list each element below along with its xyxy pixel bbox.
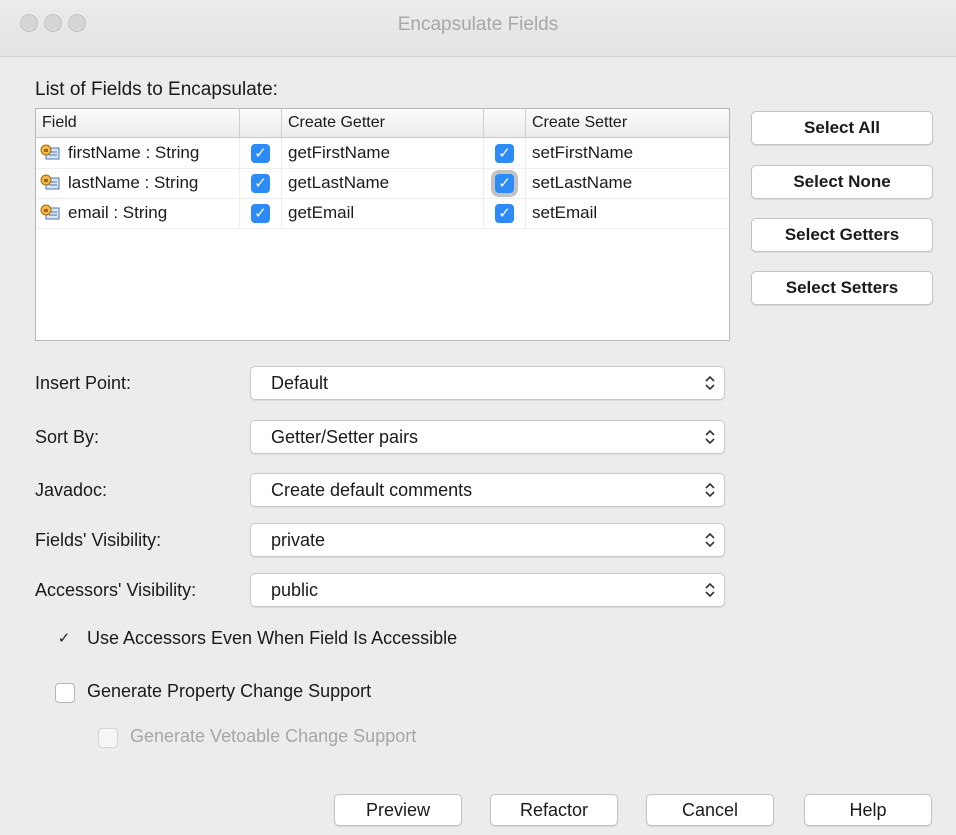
setter-name[interactable]: setLastName <box>526 168 729 198</box>
setter-checkbox-cell[interactable]: ✓ <box>484 168 526 198</box>
column-header-setter-check[interactable] <box>484 109 526 137</box>
vetoable-change-label: Generate Vetoable Change Support <box>130 726 417 746</box>
checkmark-icon: ✓ <box>498 145 511 162</box>
field-name: firstName : String <box>68 143 200 162</box>
field-name: lastName : String <box>68 173 199 192</box>
fields-list-label: List of Fields to Encapsulate: <box>35 79 278 100</box>
accessors-visibility-value: public <box>271 580 319 600</box>
setter-checkbox[interactable]: ✓ <box>495 204 514 223</box>
field-name: email : String <box>68 203 168 222</box>
insert-point-select[interactable]: Default <box>250 366 725 400</box>
field-cell: email : String <box>36 198 240 228</box>
setter-name[interactable]: setFirstName <box>526 138 729 168</box>
getter-checkbox[interactable]: ✓ <box>251 204 270 223</box>
table-row[interactable]: firstName : String ✓ getFirstName ✓ setF… <box>36 138 729 169</box>
insert-point-value: Default <box>271 373 329 393</box>
select-none-button[interactable]: Select None <box>751 165 933 199</box>
getter-checkbox-cell[interactable]: ✓ <box>240 198 282 228</box>
column-header-field[interactable]: Field <box>36 109 240 137</box>
setter-checkbox-cell[interactable]: ✓ <box>484 198 526 228</box>
checkmark-icon: ✓ <box>57 630 71 647</box>
setter-checkbox[interactable]: ✓ <box>495 144 514 163</box>
updown-chevron-icon <box>705 429 715 445</box>
updown-chevron-icon <box>705 482 715 498</box>
javadoc-select[interactable]: Create default comments <box>250 473 725 507</box>
getter-checkbox[interactable]: ✓ <box>251 174 270 193</box>
updown-chevron-icon <box>705 582 715 598</box>
field-cell: firstName : String <box>36 138 240 168</box>
sort-by-label: Sort By: <box>35 427 100 447</box>
vetoable-change-checkbox <box>98 728 118 748</box>
accessors-visibility-select[interactable]: public <box>250 573 725 607</box>
property-change-checkbox[interactable] <box>55 683 75 703</box>
getter-checkbox[interactable]: ✓ <box>251 144 270 163</box>
getter-name[interactable]: getLastName <box>282 168 484 198</box>
checkmark-icon: ✓ <box>254 145 267 162</box>
preview-button[interactable]: Preview <box>334 794 462 826</box>
setter-checkbox-cell[interactable]: ✓ <box>484 138 526 168</box>
setter-checkbox[interactable]: ✓ <box>495 174 514 193</box>
fields-visibility-label: Fields' Visibility: <box>35 530 162 550</box>
javadoc-label: Javadoc: <box>35 480 108 500</box>
updown-chevron-icon <box>705 375 715 391</box>
getter-checkbox-cell[interactable]: ✓ <box>240 138 282 168</box>
field-cell: lastName : String <box>36 168 240 198</box>
select-setters-button[interactable]: Select Setters <box>751 271 933 305</box>
field-icon <box>40 144 60 160</box>
setter-name[interactable]: setEmail <box>526 198 729 228</box>
table-row[interactable]: email : String ✓ getEmail ✓ setEmail <box>36 198 729 229</box>
fields-visibility-value: private <box>271 530 326 550</box>
use-accessors-checkbox[interactable]: ✓ <box>55 630 73 648</box>
window-title: Encapsulate Fields <box>397 14 559 35</box>
sort-by-value: Getter/Setter pairs <box>271 427 419 447</box>
select-getters-button[interactable]: Select Getters <box>751 218 933 252</box>
sort-by-select[interactable]: Getter/Setter pairs <box>250 420 725 454</box>
checkmark-icon: ✓ <box>254 175 267 192</box>
column-header-create-setter[interactable]: Create Setter <box>526 109 729 137</box>
updown-chevron-icon <box>705 532 715 548</box>
insert-point-label: Insert Point: <box>35 373 132 393</box>
getter-checkbox-cell[interactable]: ✓ <box>240 168 282 198</box>
getter-name[interactable]: getEmail <box>282 198 484 228</box>
column-header-create-getter[interactable]: Create Getter <box>282 109 484 137</box>
checkmark-icon: ✓ <box>498 175 511 192</box>
use-accessors-label[interactable]: Use Accessors Even When Field Is Accessi… <box>87 628 457 649</box>
select-all-button[interactable]: Select All <box>751 111 933 145</box>
accessors-visibility-label: Accessors' Visibility: <box>35 580 197 600</box>
property-change-label[interactable]: Generate Property Change Support <box>87 681 371 702</box>
checkmark-icon: ✓ <box>498 205 511 222</box>
field-icon <box>40 204 60 220</box>
cancel-button[interactable]: Cancel <box>646 794 774 826</box>
javadoc-value: Create default comments <box>271 480 473 500</box>
title-bar: Encapsulate Fields <box>0 0 956 57</box>
table-row[interactable]: lastName : String ✓ getLastName ✓ setLas… <box>36 168 729 199</box>
field-icon <box>40 174 60 190</box>
fields-visibility-select[interactable]: private <box>250 523 725 557</box>
checkmark-icon: ✓ <box>254 205 267 222</box>
table-header: Field Create Getter Create Setter <box>36 109 729 138</box>
getter-name[interactable]: getFirstName <box>282 138 484 168</box>
refactor-button[interactable]: Refactor <box>490 794 618 826</box>
fields-table: Field Create Getter Create Setter firstN… <box>35 108 730 341</box>
column-header-getter-check[interactable] <box>240 109 282 137</box>
help-button[interactable]: Help <box>804 794 932 826</box>
